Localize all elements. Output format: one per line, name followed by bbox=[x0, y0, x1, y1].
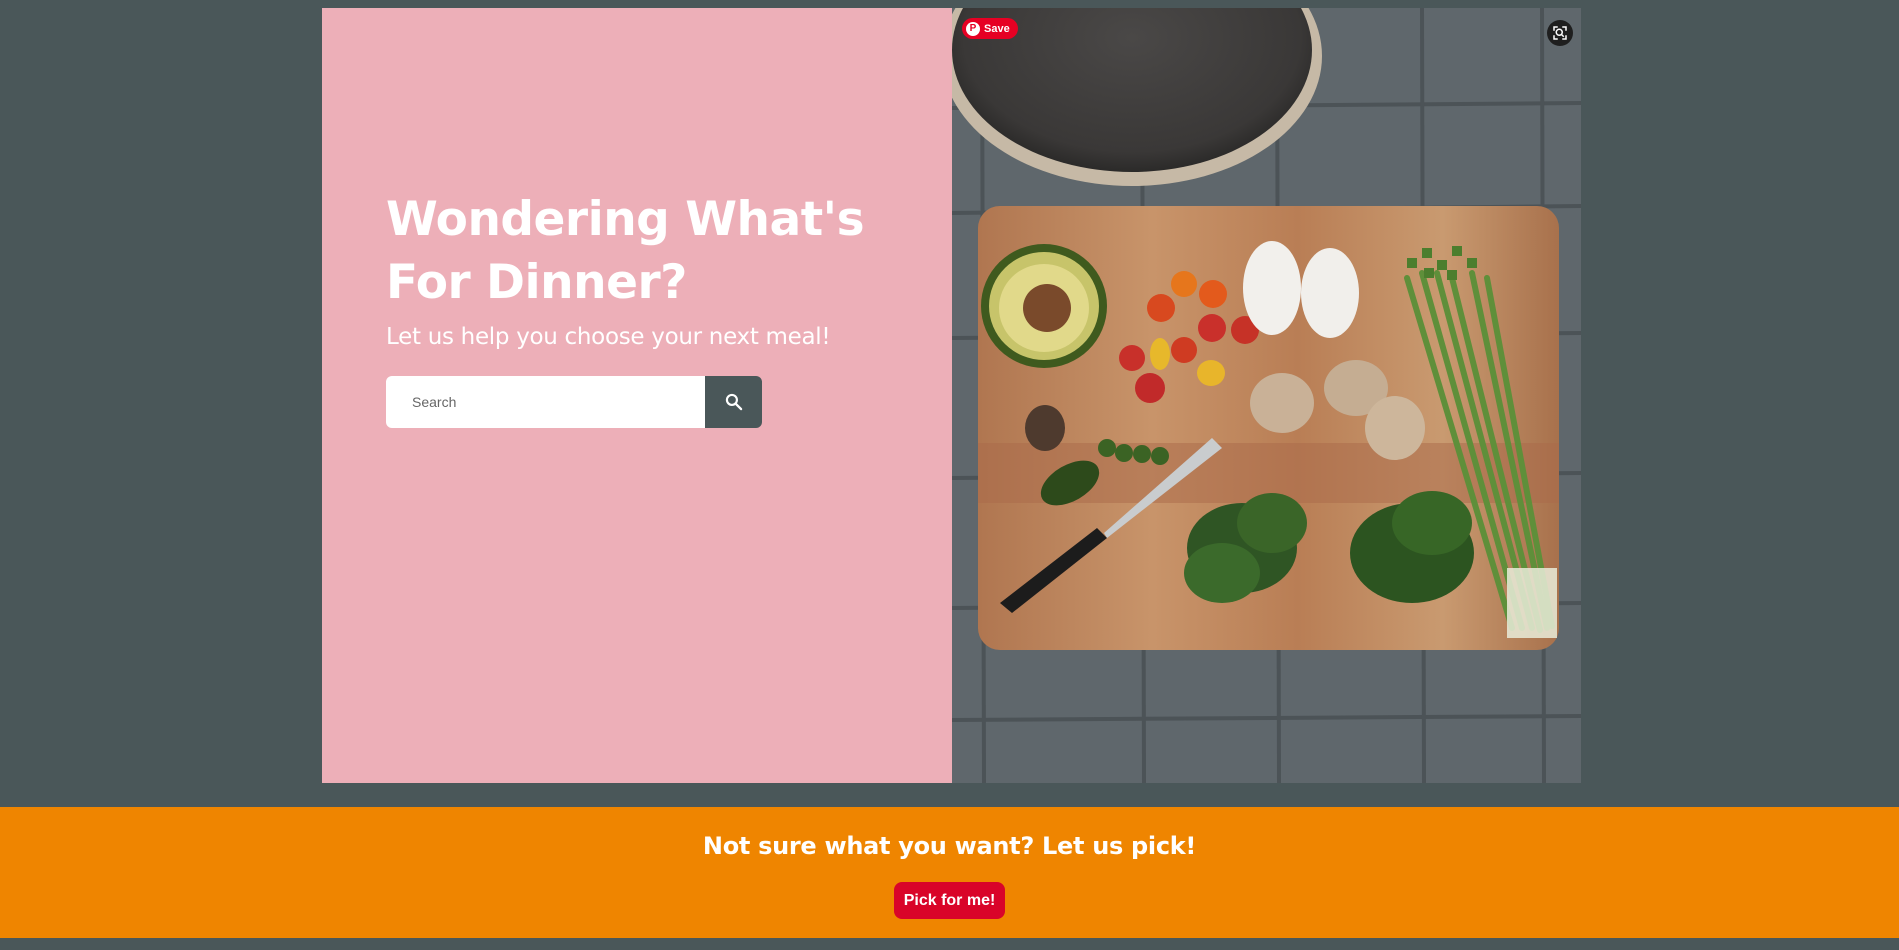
pick-for-me-button[interactable]: Pick for me! bbox=[893, 882, 1006, 919]
search-button[interactable] bbox=[705, 376, 762, 428]
pinterest-icon: P bbox=[966, 21, 980, 36]
pinterest-save-button[interactable]: P Save bbox=[962, 18, 1018, 39]
hero-title: Wondering What's For Dinner? bbox=[386, 192, 865, 310]
search-form bbox=[386, 376, 762, 428]
hero-image: P Save bbox=[952, 8, 1581, 783]
hero-subtitle: Let us help you choose your next meal! bbox=[386, 324, 831, 350]
search-icon bbox=[725, 393, 742, 411]
hero-text-panel: Wondering What's For Dinner? Let us help… bbox=[322, 8, 952, 783]
visual-search-button[interactable] bbox=[1547, 20, 1573, 46]
food-photo bbox=[952, 8, 1581, 783]
pick-banner: Not sure what you want? Let us pick! Pic… bbox=[0, 807, 1899, 938]
lens-icon bbox=[1553, 26, 1567, 40]
banner-title: Not sure what you want? Let us pick! bbox=[702, 832, 1197, 860]
pinterest-save-label: Save bbox=[984, 22, 1010, 35]
hero-section: Wondering What's For Dinner? Let us help… bbox=[322, 8, 1581, 783]
search-input[interactable] bbox=[386, 376, 705, 428]
